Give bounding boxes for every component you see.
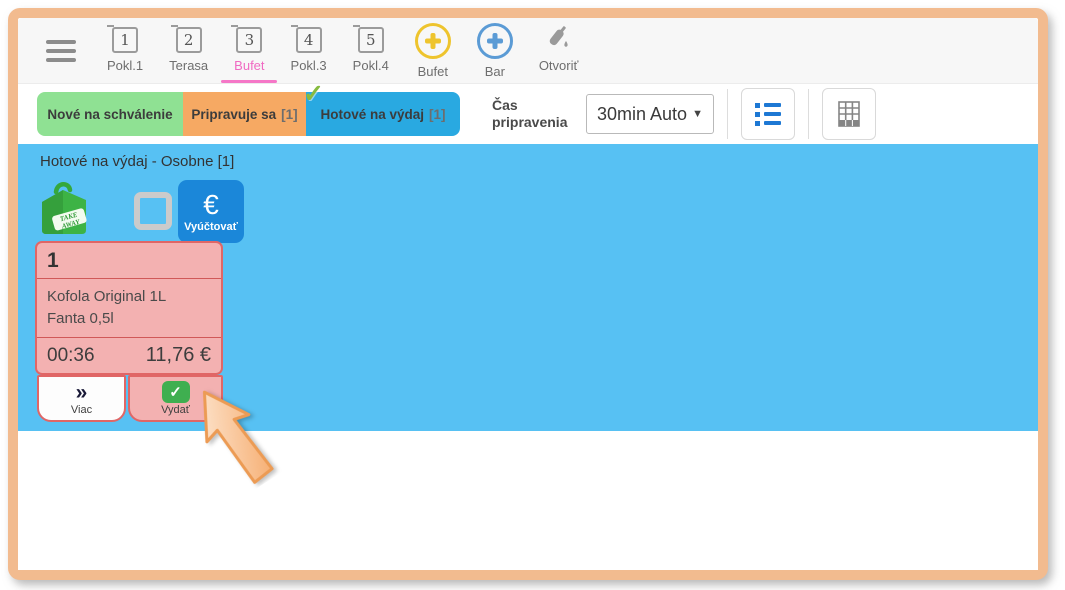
dispense-label: Vydať	[161, 404, 190, 416]
tab-terasa[interactable]: 2 Terasa	[156, 23, 221, 73]
tab-label: Pokl.4	[353, 58, 389, 73]
filter-hotove-na-vydaj[interactable]: ✓ Hotové na výdaj [1]	[306, 92, 460, 136]
tab-label: Bufet	[418, 64, 448, 79]
tab-otvorit[interactable]: Otvoriť	[526, 23, 592, 73]
tab-label: Pokl.1	[107, 58, 143, 73]
order-items: Kofola Original 1L Fanta 0,5l	[37, 279, 221, 337]
bottle-pour-icon	[544, 25, 574, 53]
filter-label: Pripravuje sa	[191, 107, 276, 122]
prep-time-label: Čas pripravenia	[492, 97, 584, 132]
divider	[808, 89, 809, 139]
order-elapsed-time: 00:36	[47, 345, 95, 367]
tab-number-icon: 3	[236, 27, 262, 53]
empty-area	[18, 431, 1038, 570]
order-price: 11,76 €	[146, 344, 211, 367]
filter-label: Hotové na výdaj	[320, 107, 424, 122]
prep-time-select[interactable]: 30min Auto ▼	[586, 94, 714, 134]
tab-label: Bar	[485, 64, 505, 79]
order-status-filters: Nové na schválenie Pripravuje sa [1] ✓ H…	[37, 92, 460, 136]
panel-title: Hotové na výdaj - Osobne [1]	[40, 153, 234, 170]
plus-icon	[477, 23, 513, 59]
app-window: 1 Pokl.1 2 Terasa 3 Bufet 4 Pokl.3 5	[8, 8, 1048, 580]
order-card: 1 Kofola Original 1L Fanta 0,5l 00:36 11…	[35, 241, 223, 375]
tab-pokl1[interactable]: 1 Pokl.1	[94, 23, 156, 73]
tab-bufet-active[interactable]: 3 Bufet	[221, 23, 277, 73]
tab-add-bufet[interactable]: Bufet	[402, 23, 464, 79]
select-checkbox[interactable]	[134, 192, 172, 230]
order-footer: 00:36 11,76 €	[37, 338, 221, 367]
list-view-button[interactable]	[741, 88, 795, 140]
tab-number-icon: 1	[112, 27, 138, 53]
billing-button[interactable]: € Vyúčtovať	[178, 180, 244, 243]
tab-label: Terasa	[169, 58, 208, 73]
divider	[727, 89, 728, 139]
billing-label: Vyúčtovať	[184, 221, 238, 233]
tab-add-bar[interactable]: Bar	[464, 23, 526, 79]
list-icon	[755, 103, 781, 126]
order-item: Fanta 0,5l	[47, 308, 211, 330]
order-item: Kofola Original 1L	[47, 286, 211, 308]
order-number: 1	[37, 243, 221, 278]
check-icon: ✓	[162, 381, 190, 403]
filter-nove-na-schvalenie[interactable]: Nové na schválenie	[37, 92, 183, 136]
keypad-icon	[837, 100, 861, 128]
filter-count: [1]	[429, 107, 446, 122]
keypad-view-button[interactable]	[822, 88, 876, 140]
active-tab-underline	[221, 80, 277, 83]
euro-icon: €	[203, 191, 219, 219]
tab-pokl4[interactable]: 5 Pokl.4	[340, 23, 402, 73]
tab-number-icon: 2	[176, 27, 202, 53]
tab-number-icon: 5	[358, 27, 384, 53]
tab-label: Bufet	[234, 58, 264, 73]
takeaway-carton-icon[interactable]: TAKE AWAY	[36, 178, 92, 238]
filter-label: Nové na schválenie	[47, 107, 172, 122]
caret-down-icon: ▼	[692, 108, 703, 120]
selected-check-icon: ✓	[303, 79, 324, 109]
top-bar: 1 Pokl.1 2 Terasa 3 Bufet 4 Pokl.3 5	[18, 18, 1038, 84]
filter-count: [1]	[281, 107, 298, 122]
register-tabs: 1 Pokl.1 2 Terasa 3 Bufet 4 Pokl.3 5	[94, 23, 591, 79]
filter-pripravuje-sa[interactable]: Pripravuje sa [1]	[183, 92, 306, 136]
more-label: Viac	[71, 404, 92, 416]
tab-label: Otvoriť	[539, 58, 579, 73]
plus-icon	[415, 23, 451, 59]
more-button[interactable]: » Viac	[37, 375, 126, 422]
chevrons-right-icon: »	[76, 382, 88, 403]
status-toolbar: Nové na schválenie Pripravuje sa [1] ✓ H…	[18, 84, 1038, 144]
hamburger-menu-icon[interactable]	[46, 40, 76, 62]
orders-panel: Hotové na výdaj - Osobne [1] TAKE AWAY €…	[18, 144, 1038, 431]
tab-label: Pokl.3	[291, 58, 327, 73]
prep-time-value: 30min Auto	[597, 104, 687, 125]
tab-pokl3[interactable]: 4 Pokl.3	[278, 23, 340, 73]
tab-number-icon: 4	[296, 27, 322, 53]
dispense-button[interactable]: ✓ Vydať	[128, 375, 223, 422]
